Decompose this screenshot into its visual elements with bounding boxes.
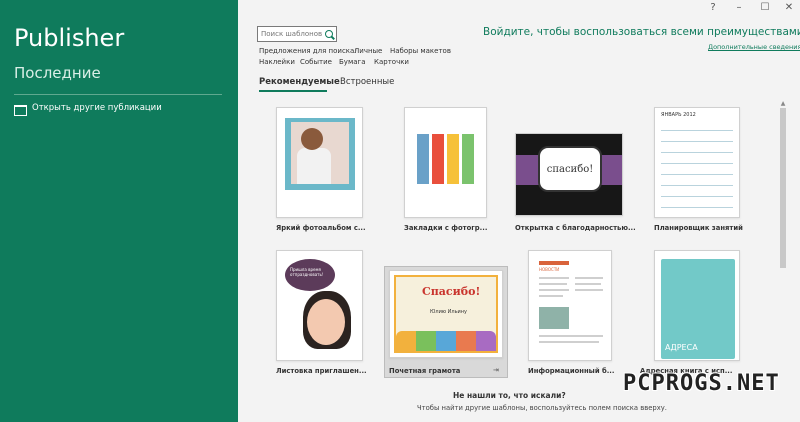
template-thumbnail[interactable]: спасибо! — [515, 133, 623, 216]
suggestion-personal[interactable]: Личные — [354, 47, 382, 55]
text-line — [575, 289, 603, 291]
app-title: Publisher — [14, 24, 125, 52]
details-link[interactable]: Дополнительные сведения — [708, 43, 800, 51]
divider — [14, 94, 222, 95]
template-label: Листовка приглашен... — [276, 367, 367, 375]
suggestion-cards[interactable]: Карточки — [374, 58, 409, 66]
bookmark-graphic — [417, 134, 429, 184]
minimize-button[interactable]: – — [730, 2, 748, 16]
template-thumbnail[interactable]: ЯНВАРЬ 2012 — [654, 107, 740, 218]
recent-heading: Последние — [14, 64, 101, 82]
template-label: Яркий фотоальбом с... — [276, 224, 366, 232]
pin-icon[interactable]: ⇥ — [493, 366, 499, 374]
text-line — [539, 289, 569, 291]
left-pane: Publisher Последние Открыть другие публи… — [0, 0, 238, 422]
template-label: Закладки с фотогр... — [404, 224, 488, 232]
tab-builtin[interactable]: Встроенные — [340, 77, 394, 87]
maximize-button[interactable]: ☐ — [756, 2, 774, 16]
template-label: Почетная грамота — [389, 367, 461, 375]
template-thumbnail[interactable]: АДРЕСА — [654, 250, 740, 361]
text-line — [539, 335, 603, 337]
flyer-bubble-text: Пришла время отпраздновать! — [285, 259, 335, 291]
suggestions-label: Предложения для поиска: — [259, 47, 357, 55]
bookmark-graphic — [447, 134, 459, 184]
suggestion-layout-sets[interactable]: Наборы макетов — [390, 47, 451, 55]
photo-figure-graphic — [297, 148, 331, 184]
search-box — [257, 26, 337, 42]
tab-recommended[interactable]: Рекомендуемые — [259, 77, 340, 87]
suggestion-paper[interactable]: Бумага — [339, 58, 365, 66]
card-text: спасибо! — [538, 146, 602, 192]
search-hint: Чтобы найти другие шаблоны, воспользуйте… — [417, 404, 667, 412]
template-label: Планировщик занятий — [654, 224, 743, 232]
text-line — [539, 277, 569, 279]
template-thumbnail[interactable] — [276, 107, 363, 218]
suggestion-stickers[interactable]: Наклейки — [259, 58, 295, 66]
template-thumbnail[interactable]: Пришла время отпраздновать! — [276, 250, 363, 361]
open-other-label: Открыть другие публикации — [32, 103, 162, 113]
template-label: Информационный б... — [528, 367, 615, 375]
close-button[interactable]: ✕ — [780, 2, 798, 16]
active-tab-indicator — [259, 90, 327, 92]
certificate-kids-graphic — [396, 331, 496, 351]
bookmark-graphic — [432, 134, 444, 184]
search-icon[interactable] — [325, 30, 333, 38]
help-button[interactable]: ? — [704, 2, 722, 16]
bookmark-graphic — [462, 134, 474, 184]
watermark: PCPROGS.NET — [623, 371, 780, 396]
suggestion-event[interactable]: Событие — [300, 58, 332, 66]
newsletter-header — [539, 261, 569, 265]
text-line — [575, 277, 603, 279]
flyer-face-graphic — [307, 299, 345, 345]
photo-face-graphic — [301, 128, 323, 150]
text-line — [575, 283, 601, 285]
certificate-name: Юлию Ильину — [430, 309, 468, 315]
certificate-title: Спасибо! — [422, 285, 481, 298]
text-line — [539, 341, 599, 343]
template-thumbnail[interactable] — [404, 107, 487, 218]
template-thumbnail[interactable]: НОВОСТИ — [528, 250, 612, 361]
not-found-heading: Не нашли то, что искали? — [453, 391, 566, 400]
newsletter-image-graphic — [539, 307, 569, 329]
search-input[interactable] — [258, 30, 322, 38]
planner-grid — [661, 120, 733, 210]
text-line — [539, 283, 567, 285]
planner-title: ЯНВАРЬ 2012 — [661, 112, 696, 118]
signin-prompt[interactable]: Войдите, чтобы воспользоваться всеми пре… — [483, 26, 800, 38]
folder-open-icon — [14, 104, 27, 116]
template-thumbnail[interactable]: Спасибо! Юлию Ильину — [389, 270, 503, 358]
newsletter-head-text: НОВОСТИ — [539, 267, 560, 272]
text-line — [539, 295, 563, 297]
scrollbar-thumb[interactable] — [780, 108, 786, 268]
open-other-publications-button[interactable]: Открыть другие публикации — [14, 103, 162, 116]
template-label: Открытка с благодарностью... — [515, 224, 636, 232]
address-book-title: АДРЕСА — [665, 343, 698, 352]
scroll-up-arrow-icon[interactable]: ▲ — [779, 100, 787, 108]
